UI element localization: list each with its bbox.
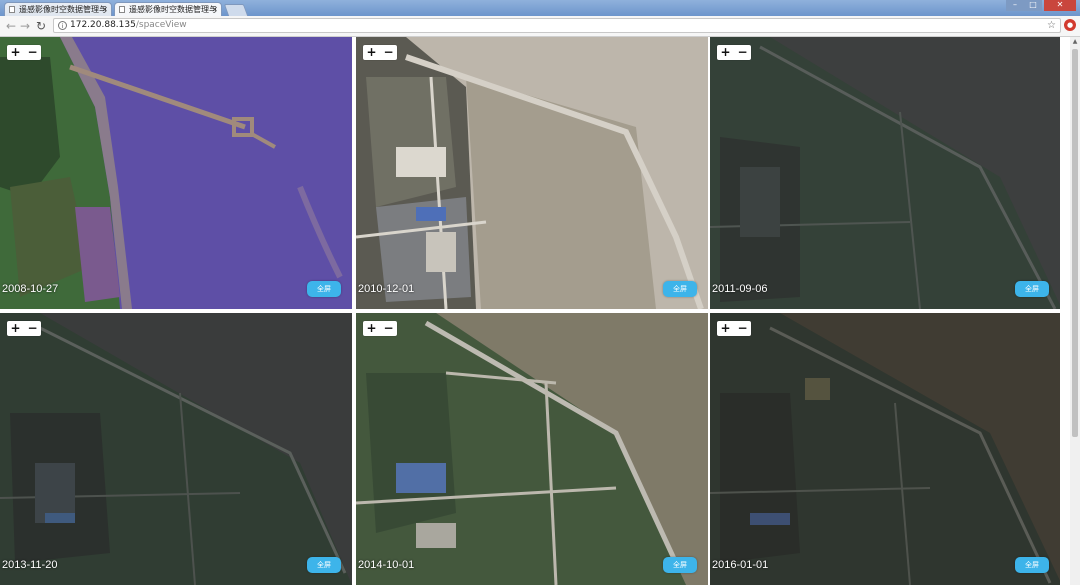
fullscreen-button[interactable]: 全屏 (1015, 557, 1049, 573)
zoom-control: + − (363, 45, 397, 60)
fullscreen-button[interactable]: 全屏 (663, 281, 697, 297)
imagery-date: 2008-10-27 (2, 283, 59, 295)
map-tile-2013[interactable]: + − 2013-11-20 全屏 (0, 313, 352, 585)
zoom-out-button[interactable]: − (24, 321, 41, 336)
satellite-imagery[interactable] (0, 37, 352, 309)
scroll-up-arrow-icon[interactable]: ▲ (1070, 37, 1080, 47)
satellite-imagery[interactable] (356, 313, 708, 585)
tab-close-icon[interactable]: ✕ (211, 3, 218, 16)
fullscreen-button[interactable]: 全屏 (307, 557, 341, 573)
bookmark-star-icon[interactable]: ☆ (1047, 19, 1056, 32)
zoom-control: + − (717, 321, 751, 336)
zoom-in-button[interactable]: + (363, 45, 380, 60)
fullscreen-button[interactable]: 全屏 (1015, 281, 1049, 297)
zoom-in-button[interactable]: + (717, 321, 734, 336)
satellite-imagery[interactable] (710, 37, 1060, 309)
minimize-window-button[interactable]: – (1006, 0, 1024, 11)
maximize-window-button[interactable]: □ (1024, 0, 1042, 11)
imagery-date: 2014-10-01 (358, 559, 415, 571)
zoom-in-button[interactable]: + (7, 45, 24, 60)
satellite-imagery[interactable] (710, 313, 1060, 585)
info-icon[interactable]: i (58, 21, 67, 30)
close-window-button[interactable]: ✕ (1044, 0, 1076, 11)
zoom-control: + − (717, 45, 751, 60)
map-tile-2016[interactable]: + − 2016-01-01 全屏 (710, 313, 1060, 585)
tab-title: 遥感影像时空数据管理与 (129, 5, 217, 14)
map-tile-2010[interactable]: + − 2010-12-01 全屏 (356, 37, 708, 309)
zoom-out-button[interactable]: − (24, 45, 41, 60)
zoom-control: + − (363, 321, 397, 336)
page-icon (119, 6, 125, 13)
address-bar[interactable]: i 172.20.88.135/spaceView ☆ (53, 18, 1061, 33)
imagery-date: 2016-01-01 (712, 559, 769, 571)
map-tile-2014[interactable]: + − 2014-10-01 全屏 (356, 313, 708, 585)
satellite-imagery[interactable] (356, 37, 708, 309)
scroll-thumb[interactable] (1072, 49, 1078, 437)
imagery-date: 2010-12-01 (358, 283, 415, 295)
zoom-out-button[interactable]: − (380, 45, 397, 60)
zoom-out-button[interactable]: − (380, 321, 397, 336)
tab-title: 遥感影像时空数据管理与 (19, 5, 107, 14)
reload-icon[interactable]: ↻ (34, 18, 48, 34)
map-tile-2008[interactable]: + − 2008-10-27 全屏 (0, 37, 352, 309)
zoom-control: + − (7, 321, 41, 336)
tab-close-icon[interactable]: ✕ (101, 3, 108, 16)
zoom-out-button[interactable]: − (734, 45, 751, 60)
zoom-in-button[interactable]: + (717, 45, 734, 60)
imagery-date: 2011-09-06 (712, 283, 768, 295)
zoom-out-button[interactable]: − (734, 321, 751, 336)
url-text[interactable]: 172.20.88.135/spaceView (70, 19, 187, 32)
browser-tab-1[interactable]: 遥感影像时空数据管理与 ✕ (4, 2, 112, 16)
back-arrow-icon[interactable]: ← (4, 18, 18, 34)
map-tile-2011[interactable]: + − 2011-09-06 全屏 (710, 37, 1060, 309)
satellite-imagery[interactable] (0, 313, 352, 585)
imagery-date: 2013-11-20 (2, 559, 58, 571)
page-icon (9, 6, 15, 13)
forward-arrow-icon[interactable]: → (18, 18, 32, 34)
browser-tab-strip: 遥感影像时空数据管理与 ✕ 遥感影像时空数据管理与 ✕ – □ ✕ (0, 0, 1080, 16)
zoom-in-button[interactable]: + (363, 321, 380, 336)
fullscreen-button[interactable]: 全屏 (307, 281, 341, 297)
page-scrollbar[interactable]: ▲ (1070, 37, 1080, 585)
new-tab-button[interactable] (223, 4, 249, 16)
browser-toolbar: ← → ↻ i 172.20.88.135/spaceView ☆ ● (0, 16, 1080, 37)
fullscreen-button[interactable]: 全屏 (663, 557, 697, 573)
zoom-in-button[interactable]: + (7, 321, 24, 336)
space-view-grid: + − 2008-10-27 全屏 + − 2010-12-01 全屏 + − … (0, 37, 1070, 585)
zoom-control: + − (7, 45, 41, 60)
extension-icon[interactable]: ● (1064, 19, 1076, 31)
browser-tab-2[interactable]: 遥感影像时空数据管理与 ✕ (114, 2, 222, 16)
